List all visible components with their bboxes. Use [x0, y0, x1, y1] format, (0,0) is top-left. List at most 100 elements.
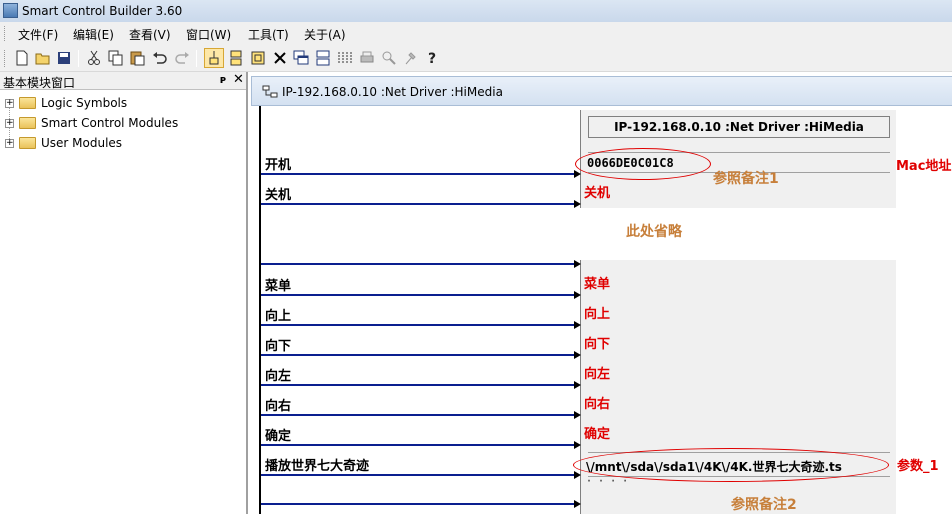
undo-icon[interactable] [152, 50, 168, 66]
paste-icon[interactable] [130, 50, 146, 66]
module-panel: 基本模块窗口 ᴘ ✕ + Logic Symbols + Smart Contr… [0, 72, 248, 514]
menu-file[interactable]: 文件(F) [18, 26, 58, 43]
menu-bar: 文件(F) 编辑(E) 查看(V) 窗口(W) 工具(T) 关于(A) [0, 22, 952, 45]
title-bar: Smart Control Builder 3.60 [0, 0, 952, 22]
menu-tools[interactable]: 工具(T) [248, 26, 289, 43]
expand-icon[interactable]: + [5, 99, 14, 108]
input-label-power-on: 开机 [265, 158, 292, 173]
panel-close-icon[interactable]: ✕ [233, 72, 244, 87]
toolbar: ? [0, 45, 952, 72]
wire-bottom[interactable] [261, 503, 576, 505]
wire-ok[interactable] [261, 444, 576, 446]
folder-icon [19, 117, 36, 129]
module-icon[interactable] [250, 50, 266, 66]
tools-icon[interactable] [403, 50, 419, 66]
cut-icon[interactable] [86, 50, 102, 66]
wire-power-on[interactable] [261, 173, 576, 175]
arrow-icon [574, 441, 581, 449]
new-file-icon[interactable] [14, 50, 30, 66]
tree-item-logic-symbols[interactable]: + Logic Symbols [0, 93, 240, 113]
folder-icon [19, 97, 36, 109]
window-tile-icon[interactable] [315, 50, 331, 66]
output-label-menu: 菜单 [584, 277, 611, 292]
app-icon [3, 3, 18, 18]
output-label-right: 向右 [584, 397, 611, 412]
arrow-icon [574, 411, 581, 419]
annotation-mac-label: Mac地址 [896, 159, 952, 174]
arrow-icon [574, 291, 581, 299]
document-title: IP-192.168.0.10 :Net Driver :HiMedia [282, 85, 503, 99]
window-cascade-icon[interactable] [293, 50, 309, 66]
tree-item-label: User Modules [41, 136, 123, 150]
pointer-select-icon[interactable] [204, 48, 224, 68]
wire-up[interactable] [261, 324, 576, 326]
network-icon [262, 85, 278, 98]
wire-left[interactable] [261, 384, 576, 386]
menu-grip [4, 26, 7, 41]
print-icon[interactable] [359, 50, 375, 66]
parameter-field-continuation: · · · · [586, 476, 629, 487]
output-label-down: 向下 [584, 337, 611, 352]
menu-view[interactable]: 查看(V) [129, 26, 171, 43]
arrow-icon [574, 471, 581, 479]
menu-about[interactable]: 关于(A) [304, 26, 346, 43]
input-label-menu: 菜单 [265, 279, 292, 294]
wire-menu[interactable] [261, 294, 576, 296]
toolbar-separator [196, 50, 197, 67]
expand-icon[interactable]: + [5, 139, 14, 148]
annotation-ellipse-param [573, 448, 889, 482]
save-icon[interactable] [56, 50, 72, 66]
toolbar-separator [78, 50, 79, 67]
input-label-right: 向右 [265, 399, 292, 414]
output-label-power-off: 关机 [584, 186, 611, 201]
arrow-icon [574, 381, 581, 389]
window-title: Smart Control Builder 3.60 [22, 4, 183, 18]
expand-icon[interactable]: + [5, 119, 14, 128]
input-label-play-wonders: 播放世界七大奇迹 [265, 459, 370, 474]
document-header: IP-192.168.0.10 :Net Driver :HiMedia [251, 76, 952, 106]
output-label-ok: 确定 [584, 427, 611, 442]
grid-icon[interactable] [337, 50, 353, 66]
annotation-note2: 参照备注2 [731, 497, 797, 513]
wire-down[interactable] [261, 354, 576, 356]
toolbar-grip [4, 50, 7, 67]
tree-item-user-modules[interactable]: + User Modules [0, 133, 240, 153]
copy-icon[interactable] [108, 50, 124, 66]
wire-play[interactable] [261, 474, 576, 476]
menu-window[interactable]: 窗口(W) [186, 26, 231, 43]
annotation-note1: 参照备注1 [713, 171, 779, 187]
input-label-left: 向左 [265, 369, 292, 384]
wire-blank[interactable] [261, 263, 576, 265]
canvas-left-border [259, 106, 261, 514]
annotation-param-label: 参数_1 [897, 459, 939, 474]
output-label-left: 向左 [584, 367, 611, 382]
open-folder-icon[interactable] [35, 50, 51, 66]
redo-icon[interactable] [174, 50, 190, 66]
svg-text:?: ? [428, 51, 436, 66]
logic-block-icon[interactable] [228, 50, 244, 66]
tree-item-label: Logic Symbols [41, 96, 128, 110]
wire-power-off[interactable] [261, 203, 576, 205]
input-label-power-off: 关机 [265, 188, 292, 203]
input-label-down: 向下 [265, 339, 292, 354]
delete-icon[interactable] [272, 50, 288, 66]
arrow-icon [574, 260, 581, 268]
annotation-omitted: 此处省略 [626, 224, 682, 240]
module-block-header[interactable]: IP-192.168.0.10 :Net Driver :HiMedia [588, 116, 890, 138]
arrow-icon [574, 200, 581, 208]
panel-title: 基本模块窗口 [3, 76, 76, 90]
arrow-icon [574, 351, 581, 359]
input-label-up: 向上 [265, 309, 292, 324]
arrow-icon [574, 500, 581, 508]
tree-item-smart-control-modules[interactable]: + Smart Control Modules [0, 113, 240, 133]
arrow-icon [574, 321, 581, 329]
folder-icon [19, 137, 36, 149]
pin-icon[interactable]: ᴘ [220, 73, 226, 86]
wire-right[interactable] [261, 414, 576, 416]
arrow-icon [574, 170, 581, 178]
input-label-ok: 确定 [265, 429, 292, 444]
zoom-icon[interactable] [381, 50, 397, 66]
help-icon[interactable]: ? [425, 50, 441, 66]
menu-edit[interactable]: 编辑(E) [73, 26, 114, 43]
panel-header: 基本模块窗口 ᴘ ✕ [0, 72, 246, 90]
